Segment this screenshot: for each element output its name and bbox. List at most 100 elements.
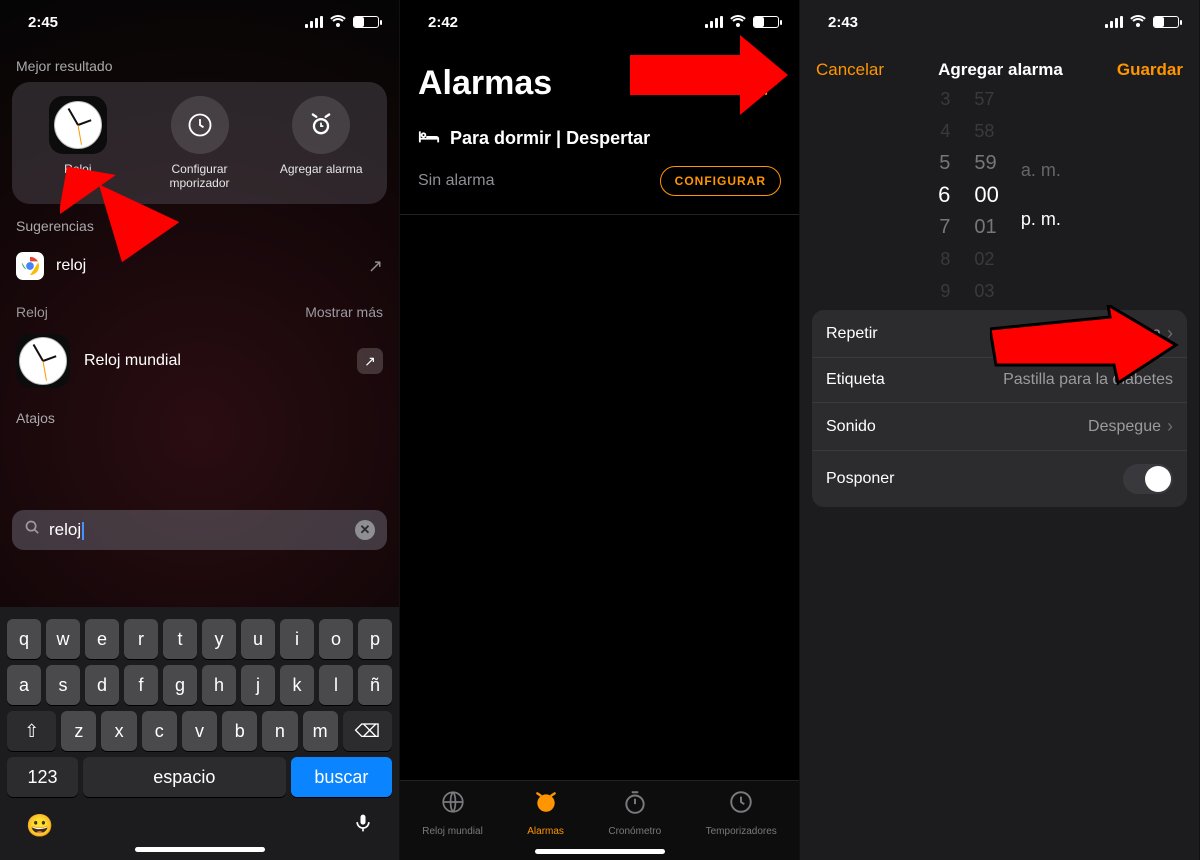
- option-label[interactable]: Etiqueta Pastilla para la diabetes: [812, 358, 1187, 403]
- option-repeat[interactable]: Repetir Nunca›: [812, 310, 1187, 358]
- key-v[interactable]: v: [182, 711, 217, 751]
- key-f[interactable]: f: [124, 665, 158, 705]
- battery-icon: [753, 16, 779, 28]
- status-time: 2:43: [828, 14, 858, 31]
- chrome-icon: [16, 252, 44, 280]
- option-snooze: Posponer: [812, 451, 1187, 507]
- key-g[interactable]: g: [163, 665, 197, 705]
- cellular-icon: [705, 16, 723, 28]
- key-b[interactable]: b: [222, 711, 257, 751]
- key-p[interactable]: p: [358, 619, 392, 659]
- key-d[interactable]: d: [85, 665, 119, 705]
- home-indicator[interactable]: [135, 847, 265, 852]
- show-more-button[interactable]: Mostrar más: [305, 304, 383, 320]
- add-alarm-button[interactable]: ＋: [751, 60, 781, 104]
- wifi-icon: [329, 15, 347, 29]
- emoji-button[interactable]: 😀: [26, 813, 53, 839]
- action-add-alarm-label: Agregar alarma: [280, 162, 363, 176]
- app-reloj[interactable]: Reloj: [20, 96, 136, 190]
- key-w[interactable]: w: [46, 619, 80, 659]
- status-bar: 2:42: [400, 0, 799, 44]
- action-add-alarm[interactable]: Agregar alarma: [263, 96, 379, 190]
- timer-icon: [171, 96, 229, 154]
- open-link-icon[interactable]: ↗: [357, 348, 383, 374]
- save-button[interactable]: Guardar: [1117, 60, 1183, 80]
- bed-icon: [418, 127, 440, 150]
- key-shift[interactable]: ⇧: [7, 711, 56, 751]
- key-r[interactable]: r: [124, 619, 158, 659]
- action-set-timer-label: Configurar mporizador: [142, 162, 258, 190]
- sleep-header: Para dormir | Despertar: [400, 111, 799, 156]
- row-world-clock[interactable]: Reloj mundial ↗: [0, 326, 399, 396]
- section-suggestions: Sugerencias: [0, 204, 399, 242]
- top-hit-card: Reloj Configurar mporizador Agregar alar…: [12, 82, 387, 204]
- suggestion-label: reloj: [56, 257, 86, 275]
- key-k[interactable]: k: [280, 665, 314, 705]
- key-h[interactable]: h: [202, 665, 236, 705]
- modal-title: Agregar alarma: [938, 60, 1063, 80]
- status-bar: 2:45: [0, 0, 399, 44]
- alarm-icon: [533, 789, 559, 822]
- snooze-toggle[interactable]: [1123, 464, 1173, 494]
- key-i[interactable]: i: [280, 619, 314, 659]
- key-q[interactable]: q: [7, 619, 41, 659]
- tab-alarms[interactable]: Alarmas: [527, 789, 564, 837]
- tab-bar: Reloj mundial Alarmas Cronómetro Tempori…: [400, 780, 799, 860]
- key-o[interactable]: o: [319, 619, 353, 659]
- suggestion-chrome-reloj[interactable]: reloj ↗: [0, 242, 399, 290]
- battery-icon: [1153, 16, 1179, 28]
- screen-alarms-list: 2:42 ＋ Alarmas Para dormir | Despertar S…: [400, 0, 800, 860]
- tab-timers[interactable]: Temporizadores: [706, 789, 777, 837]
- open-arrow-icon: ↗: [368, 256, 383, 277]
- key-backspace[interactable]: ⌫: [343, 711, 392, 751]
- key-n[interactable]: n: [262, 711, 297, 751]
- home-indicator[interactable]: [535, 849, 665, 854]
- clock-icon: [19, 337, 67, 385]
- key-j[interactable]: j: [241, 665, 275, 705]
- configure-button[interactable]: CONFIGURAR: [660, 166, 781, 196]
- cancel-button[interactable]: Cancelar: [816, 60, 884, 80]
- key-s[interactable]: s: [46, 665, 80, 705]
- key-l[interactable]: l: [319, 665, 353, 705]
- search-value: reloj: [49, 520, 347, 540]
- globe-icon: [440, 789, 466, 822]
- time-picker[interactable]: 3456789 57585900010203 a. m. p. m.: [812, 100, 1187, 290]
- action-set-timer[interactable]: Configurar mporizador: [142, 96, 258, 190]
- cellular-icon: [305, 16, 323, 28]
- key-ñ[interactable]: ñ: [358, 665, 392, 705]
- picker-pm[interactable]: p. m.: [1021, 209, 1061, 230]
- search-field[interactable]: reloj ✕: [12, 510, 387, 550]
- key-search[interactable]: buscar: [291, 757, 392, 797]
- keyboard[interactable]: qwertyuiop asdfghjklñ ⇧zxcvbnm⌫ 123 espa…: [0, 607, 399, 860]
- key-u[interactable]: u: [241, 619, 275, 659]
- key-c[interactable]: c: [142, 711, 177, 751]
- key-numbers[interactable]: 123: [7, 757, 78, 797]
- key-m[interactable]: m: [303, 711, 338, 751]
- dictation-button[interactable]: [353, 811, 373, 841]
- option-sound[interactable]: Sonido Despegue›: [812, 403, 1187, 451]
- key-x[interactable]: x: [101, 711, 136, 751]
- key-t[interactable]: t: [163, 619, 197, 659]
- cellular-icon: [1105, 16, 1123, 28]
- clear-search-button[interactable]: ✕: [355, 520, 375, 540]
- screen-add-alarm: 2:43 Cancelar Agregar alarma Guardar 345…: [800, 0, 1200, 860]
- wifi-icon: [1129, 15, 1147, 29]
- key-a[interactable]: a: [7, 665, 41, 705]
- chevron-right-icon: ›: [1167, 416, 1173, 437]
- picker-am[interactable]: a. m.: [1021, 160, 1061, 181]
- tab-world-clock[interactable]: Reloj mundial: [422, 789, 483, 837]
- stopwatch-icon: [622, 789, 648, 822]
- page-title: Alarmas: [400, 44, 799, 111]
- battery-icon: [353, 16, 379, 28]
- wifi-icon: [729, 15, 747, 29]
- key-z[interactable]: z: [61, 711, 96, 751]
- alarm-options-list: Repetir Nunca› Etiqueta Pastilla para la…: [812, 310, 1187, 507]
- key-space[interactable]: espacio: [83, 757, 286, 797]
- key-y[interactable]: y: [202, 619, 236, 659]
- app-reloj-label: Reloj: [64, 162, 91, 176]
- status-bar: 2:43: [800, 0, 1199, 44]
- tab-stopwatch[interactable]: Cronómetro: [608, 789, 661, 837]
- screen-spotlight: 2:45 Mejor resultado Reloj Configurar mp…: [0, 0, 400, 860]
- key-e[interactable]: e: [85, 619, 119, 659]
- clock-icon: [54, 101, 102, 149]
